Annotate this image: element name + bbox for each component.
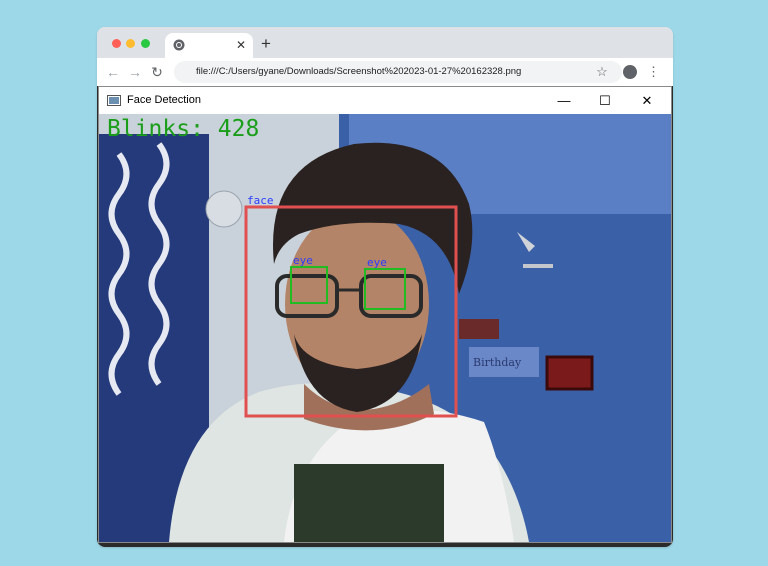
new-tab-button[interactable]: +: [257, 33, 275, 55]
close-window-dot[interactable]: [112, 39, 121, 48]
app-window-icon: [107, 95, 121, 106]
forward-icon[interactable]: →: [126, 62, 144, 82]
page-content: Face Detection — ☐ ✕ Birthday face eye e…: [97, 86, 673, 547]
menu-kebab-icon[interactable]: ⋮: [647, 62, 660, 82]
close-icon[interactable]: ✕: [627, 87, 667, 114]
camera-feed-canvas: Birthday face eye eye Blinks: 428: [99, 114, 671, 542]
browser-tab[interactable]: ✕: [165, 33, 253, 58]
profile-avatar-icon[interactable]: [623, 65, 637, 79]
picture-frame: [545, 355, 594, 391]
tshirt-print: [294, 464, 444, 542]
bookmark-star-icon[interactable]: ☆: [594, 62, 610, 82]
chrome-icon: [173, 39, 185, 51]
face-detection-window: Face Detection — ☐ ✕ Birthday face eye e…: [98, 86, 672, 543]
browser-toolbar: ← → ↻ file:///C:/Users/gyane/Downloads/S…: [97, 58, 673, 86]
ceiling-fan: [523, 264, 553, 268]
tab-close-icon[interactable]: ✕: [233, 36, 249, 54]
address-bar[interactable]: file:///C:/Users/gyane/Downloads/Screens…: [174, 61, 622, 83]
reload-icon[interactable]: ↻: [148, 62, 166, 82]
browser-window: ✕ + ← → ↻ file:///C:/Users/gyane/Downloa…: [97, 27, 673, 547]
window-titlebar[interactable]: Face Detection — ☐ ✕: [99, 87, 671, 114]
face-label: face: [247, 194, 274, 207]
picture-frame: [459, 319, 499, 339]
blinks-counter: Blinks: 428: [107, 116, 259, 142]
back-icon[interactable]: ←: [104, 62, 122, 82]
url-text[interactable]: file:///C:/Users/gyane/Downloads/Screens…: [196, 61, 616, 83]
maximize-icon[interactable]: ☐: [585, 87, 625, 114]
tab-strip: ✕ +: [97, 27, 673, 58]
camera-frame: Birthday face eye eye Blinks: 428: [99, 114, 671, 542]
birthday-poster-text: Birthday: [473, 356, 522, 369]
window-title: Face Detection: [127, 94, 201, 106]
zoom-window-dot[interactable]: [141, 39, 150, 48]
minimize-window-dot[interactable]: [126, 39, 135, 48]
eye-label-right: eye: [367, 256, 387, 269]
wall-clock: [205, 190, 243, 228]
minimize-icon[interactable]: —: [544, 87, 584, 114]
eye-label-left: eye: [293, 254, 313, 267]
